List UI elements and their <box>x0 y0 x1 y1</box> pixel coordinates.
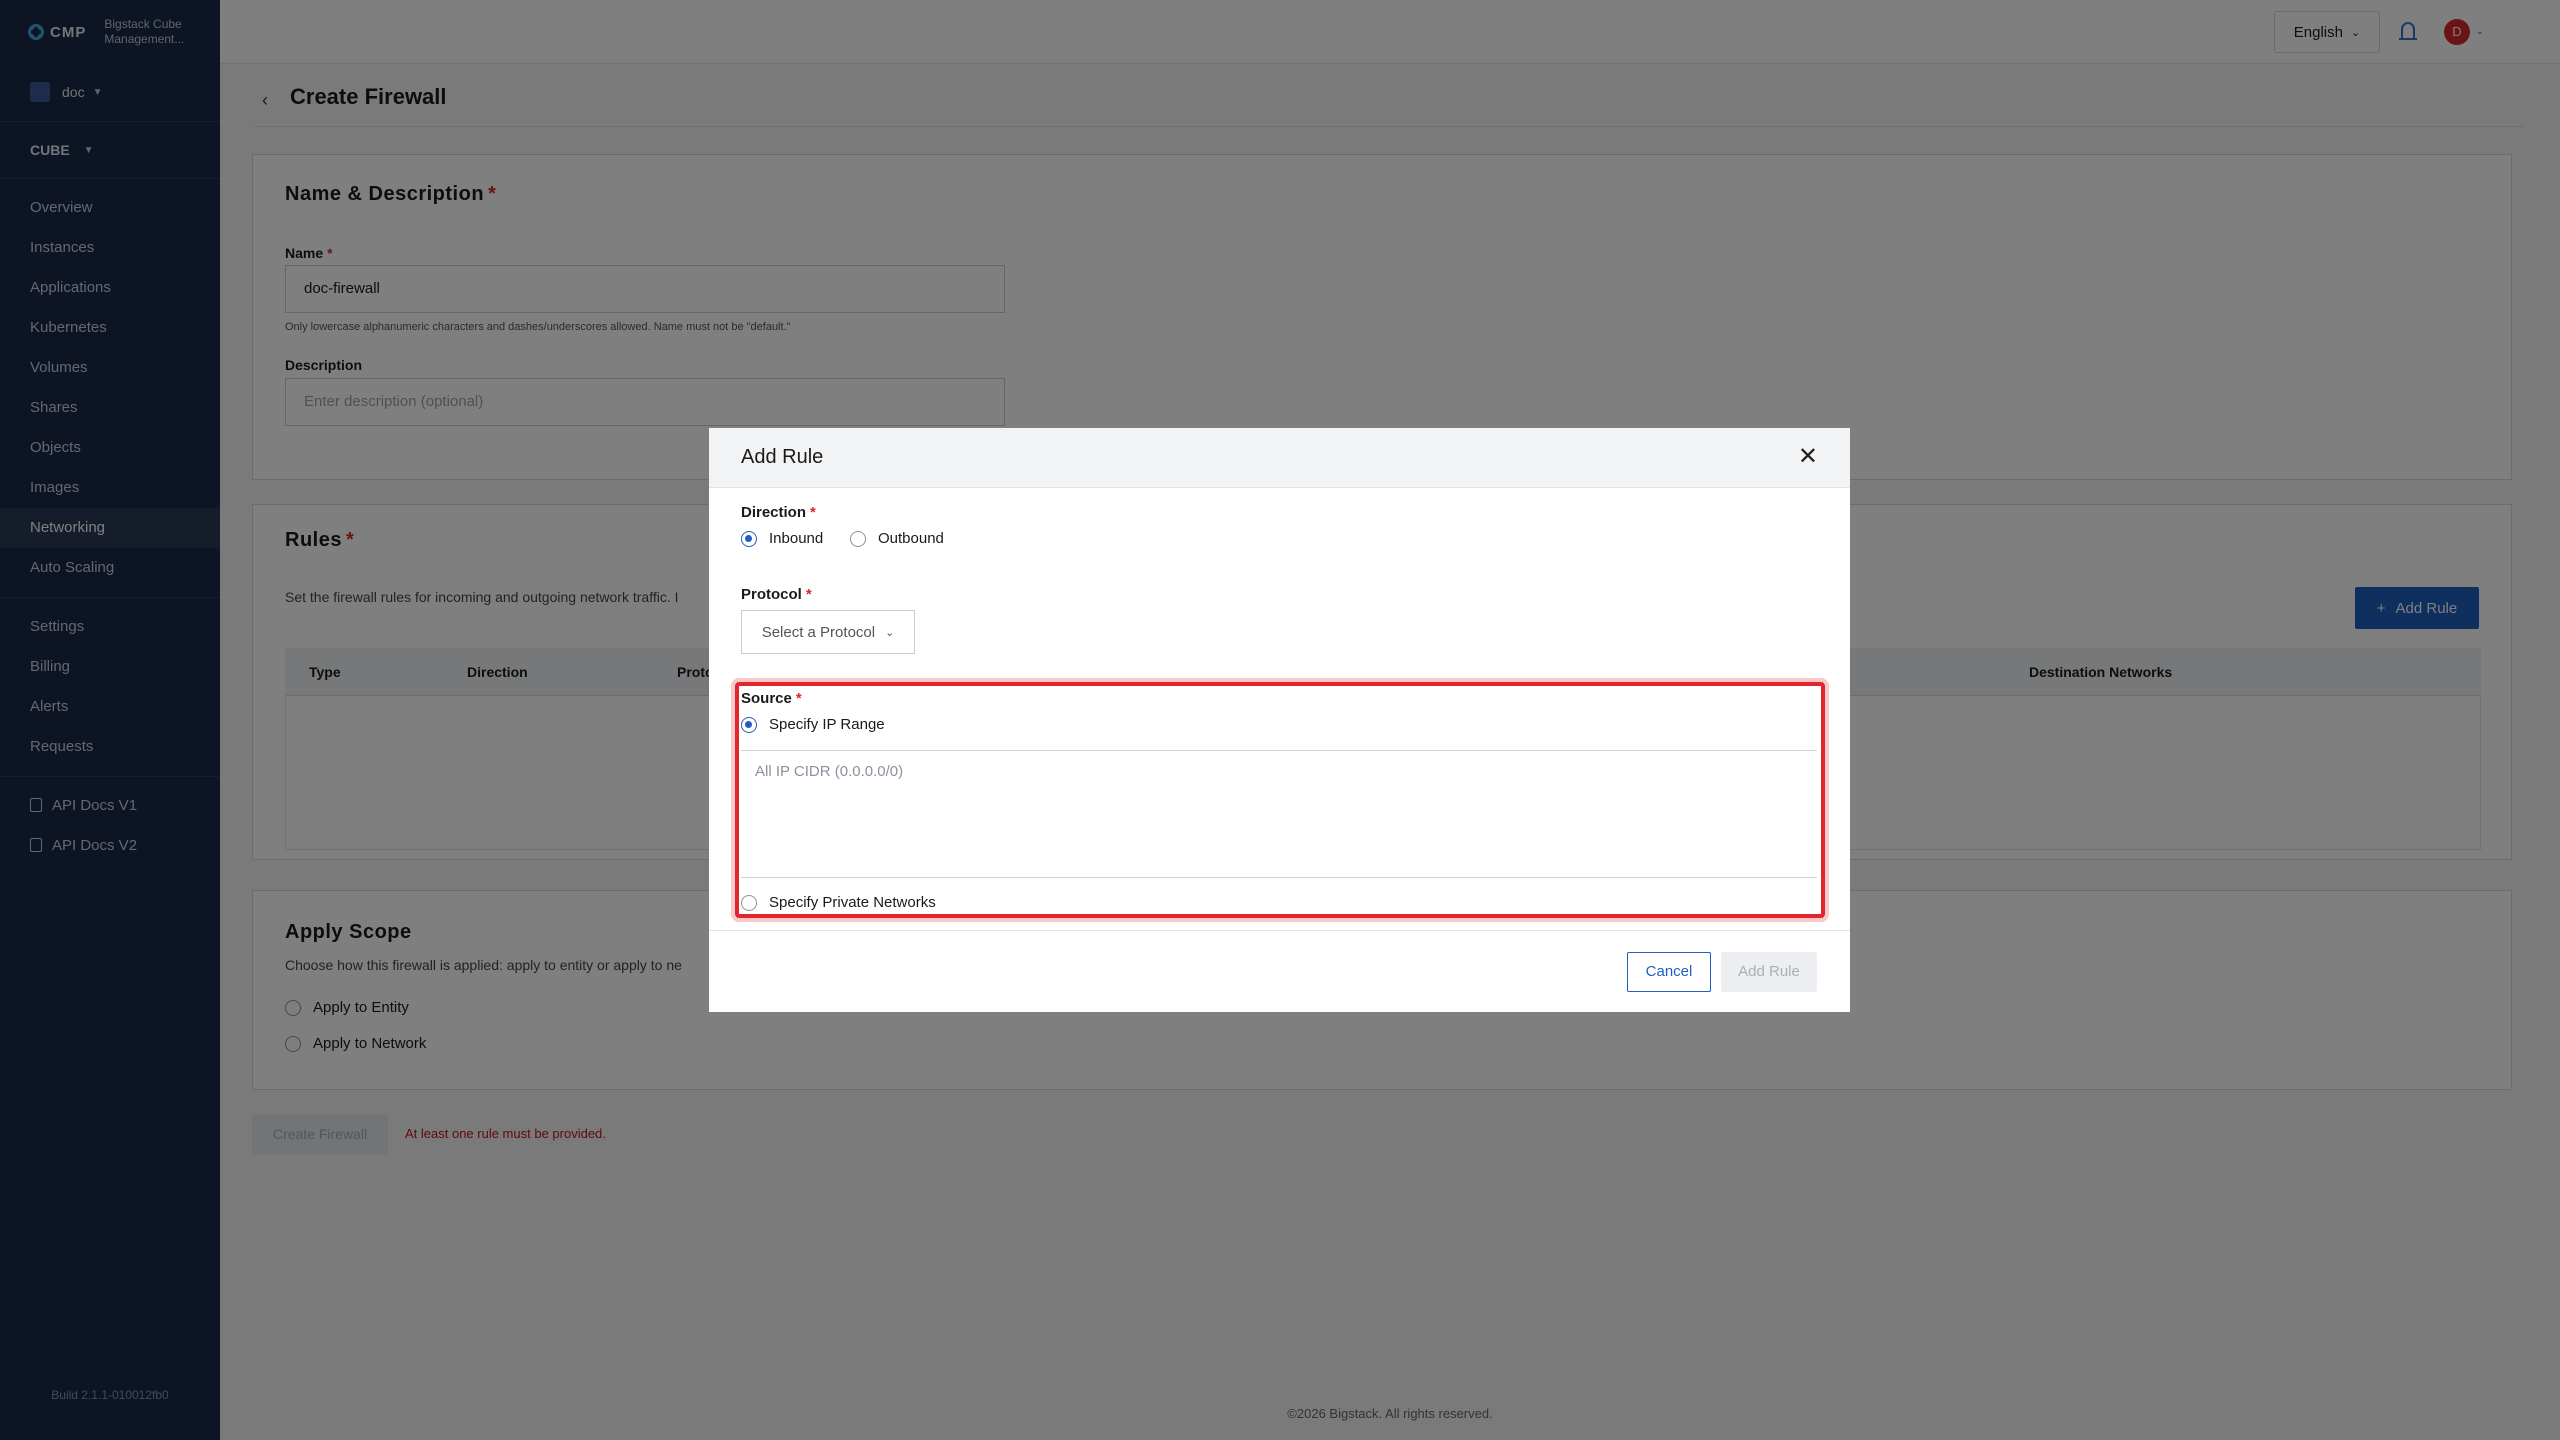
radio-checked-icon <box>741 716 757 733</box>
direction-label: Direction * <box>741 504 816 521</box>
outbound-option[interactable]: Outbound <box>850 530 944 547</box>
radio-icon <box>741 894 757 911</box>
radio-checked-icon <box>741 530 757 547</box>
inbound-option[interactable]: Inbound <box>741 530 823 547</box>
protocol-select[interactable]: Select a Protocol ⌄ <box>741 610 915 654</box>
source-label: Source * <box>741 690 802 707</box>
dialog-title: Add Rule <box>741 446 824 468</box>
specify-private-networks-option[interactable]: Specify Private Networks <box>741 894 936 911</box>
divider <box>709 930 1850 931</box>
dialog-header: Add Rule ✕ <box>709 428 1850 488</box>
ip-cidr-input[interactable]: All IP CIDR (0.0.0.0/0) <box>741 750 1817 878</box>
add-rule-dialog: Add Rule ✕ Direction * Inbound Outbound P… <box>709 428 1850 1012</box>
cancel-button[interactable]: Cancel <box>1627 952 1711 992</box>
protocol-label: Protocol * <box>741 586 812 603</box>
close-icon[interactable]: ✕ <box>1798 442 1818 471</box>
radio-icon <box>850 530 866 547</box>
add-rule-submit-button[interactable]: Add Rule <box>1721 952 1817 992</box>
chevron-down-icon: ⌄ <box>885 626 895 639</box>
specify-ip-range-option[interactable]: Specify IP Range <box>741 716 885 733</box>
